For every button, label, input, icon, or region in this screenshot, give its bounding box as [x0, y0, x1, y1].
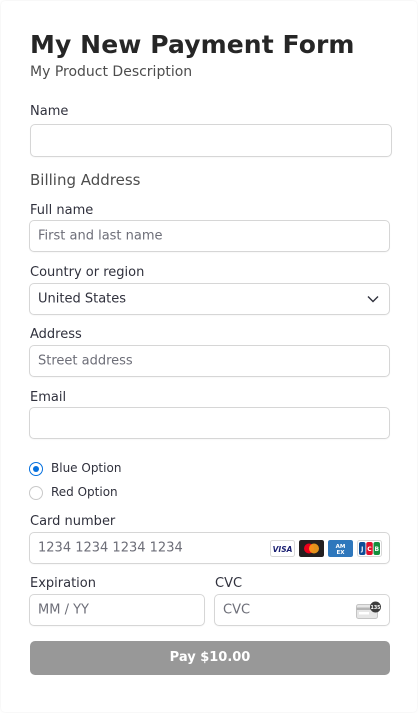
- full-name-label: Full name: [30, 203, 94, 218]
- radio-button-checked[interactable]: [29, 462, 43, 476]
- card-number-placeholder: 1234 1234 1234 1234: [38, 540, 183, 556]
- cvc-label: CVC: [215, 576, 243, 591]
- cvc-input[interactable]: CVC 135: [214, 594, 390, 626]
- radio-label-blue: Blue Option: [51, 461, 122, 475]
- expiration-input[interactable]: MM / YY: [29, 594, 205, 626]
- email-input[interactable]: [29, 407, 390, 439]
- svg-text:J: J: [360, 546, 363, 553]
- name-input[interactable]: [30, 124, 392, 157]
- country-label: Country or region: [30, 265, 145, 280]
- country-value: United States: [38, 291, 127, 307]
- address-label: Address: [30, 327, 82, 342]
- svg-text:B: B: [374, 546, 379, 553]
- amex-icon: AM EX: [328, 540, 353, 557]
- jcb-icon: J C B: [357, 540, 382, 557]
- cvc-card-icon: 135: [356, 601, 381, 619]
- form-title: My New Payment Form: [30, 30, 355, 59]
- radio-option-blue[interactable]: Blue Option: [29, 461, 179, 480]
- full-name-input[interactable]: First and last name: [29, 220, 390, 252]
- expiration-placeholder: MM / YY: [38, 602, 89, 618]
- radio-button-unchecked[interactable]: [29, 486, 43, 500]
- payment-form-card: My New Payment Form My Product Descripti…: [1, 1, 417, 712]
- address-placeholder: Street address: [38, 353, 133, 369]
- expiration-label: Expiration: [30, 576, 96, 591]
- full-name-placeholder: First and last name: [38, 228, 163, 244]
- radio-label-red: Red Option: [51, 485, 118, 499]
- mastercard-icon: [299, 540, 324, 557]
- name-label: Name: [30, 104, 69, 119]
- billing-address-heading: Billing Address: [30, 171, 141, 189]
- card-brand-icons: VISA AM EX J C B: [270, 540, 383, 557]
- cvc-icon-text: 135: [370, 605, 380, 611]
- card-number-label: Card number: [30, 514, 116, 529]
- country-select[interactable]: United States: [29, 283, 390, 315]
- visa-icon: VISA: [270, 540, 295, 557]
- svg-text:EX: EX: [337, 550, 346, 556]
- email-label: Email: [30, 390, 67, 405]
- pay-button[interactable]: Pay $10.00: [30, 641, 390, 675]
- card-number-input[interactable]: 1234 1234 1234 1234 VISA AM EX J C B: [29, 532, 390, 564]
- cvc-placeholder: CVC: [223, 602, 251, 618]
- svg-text:C: C: [367, 546, 372, 553]
- address-input[interactable]: Street address: [29, 345, 390, 377]
- radio-option-red[interactable]: Red Option: [29, 485, 179, 504]
- form-description: My Product Description: [30, 64, 193, 80]
- chevron-down-icon: [367, 296, 379, 303]
- svg-text:VISA: VISA: [273, 545, 293, 554]
